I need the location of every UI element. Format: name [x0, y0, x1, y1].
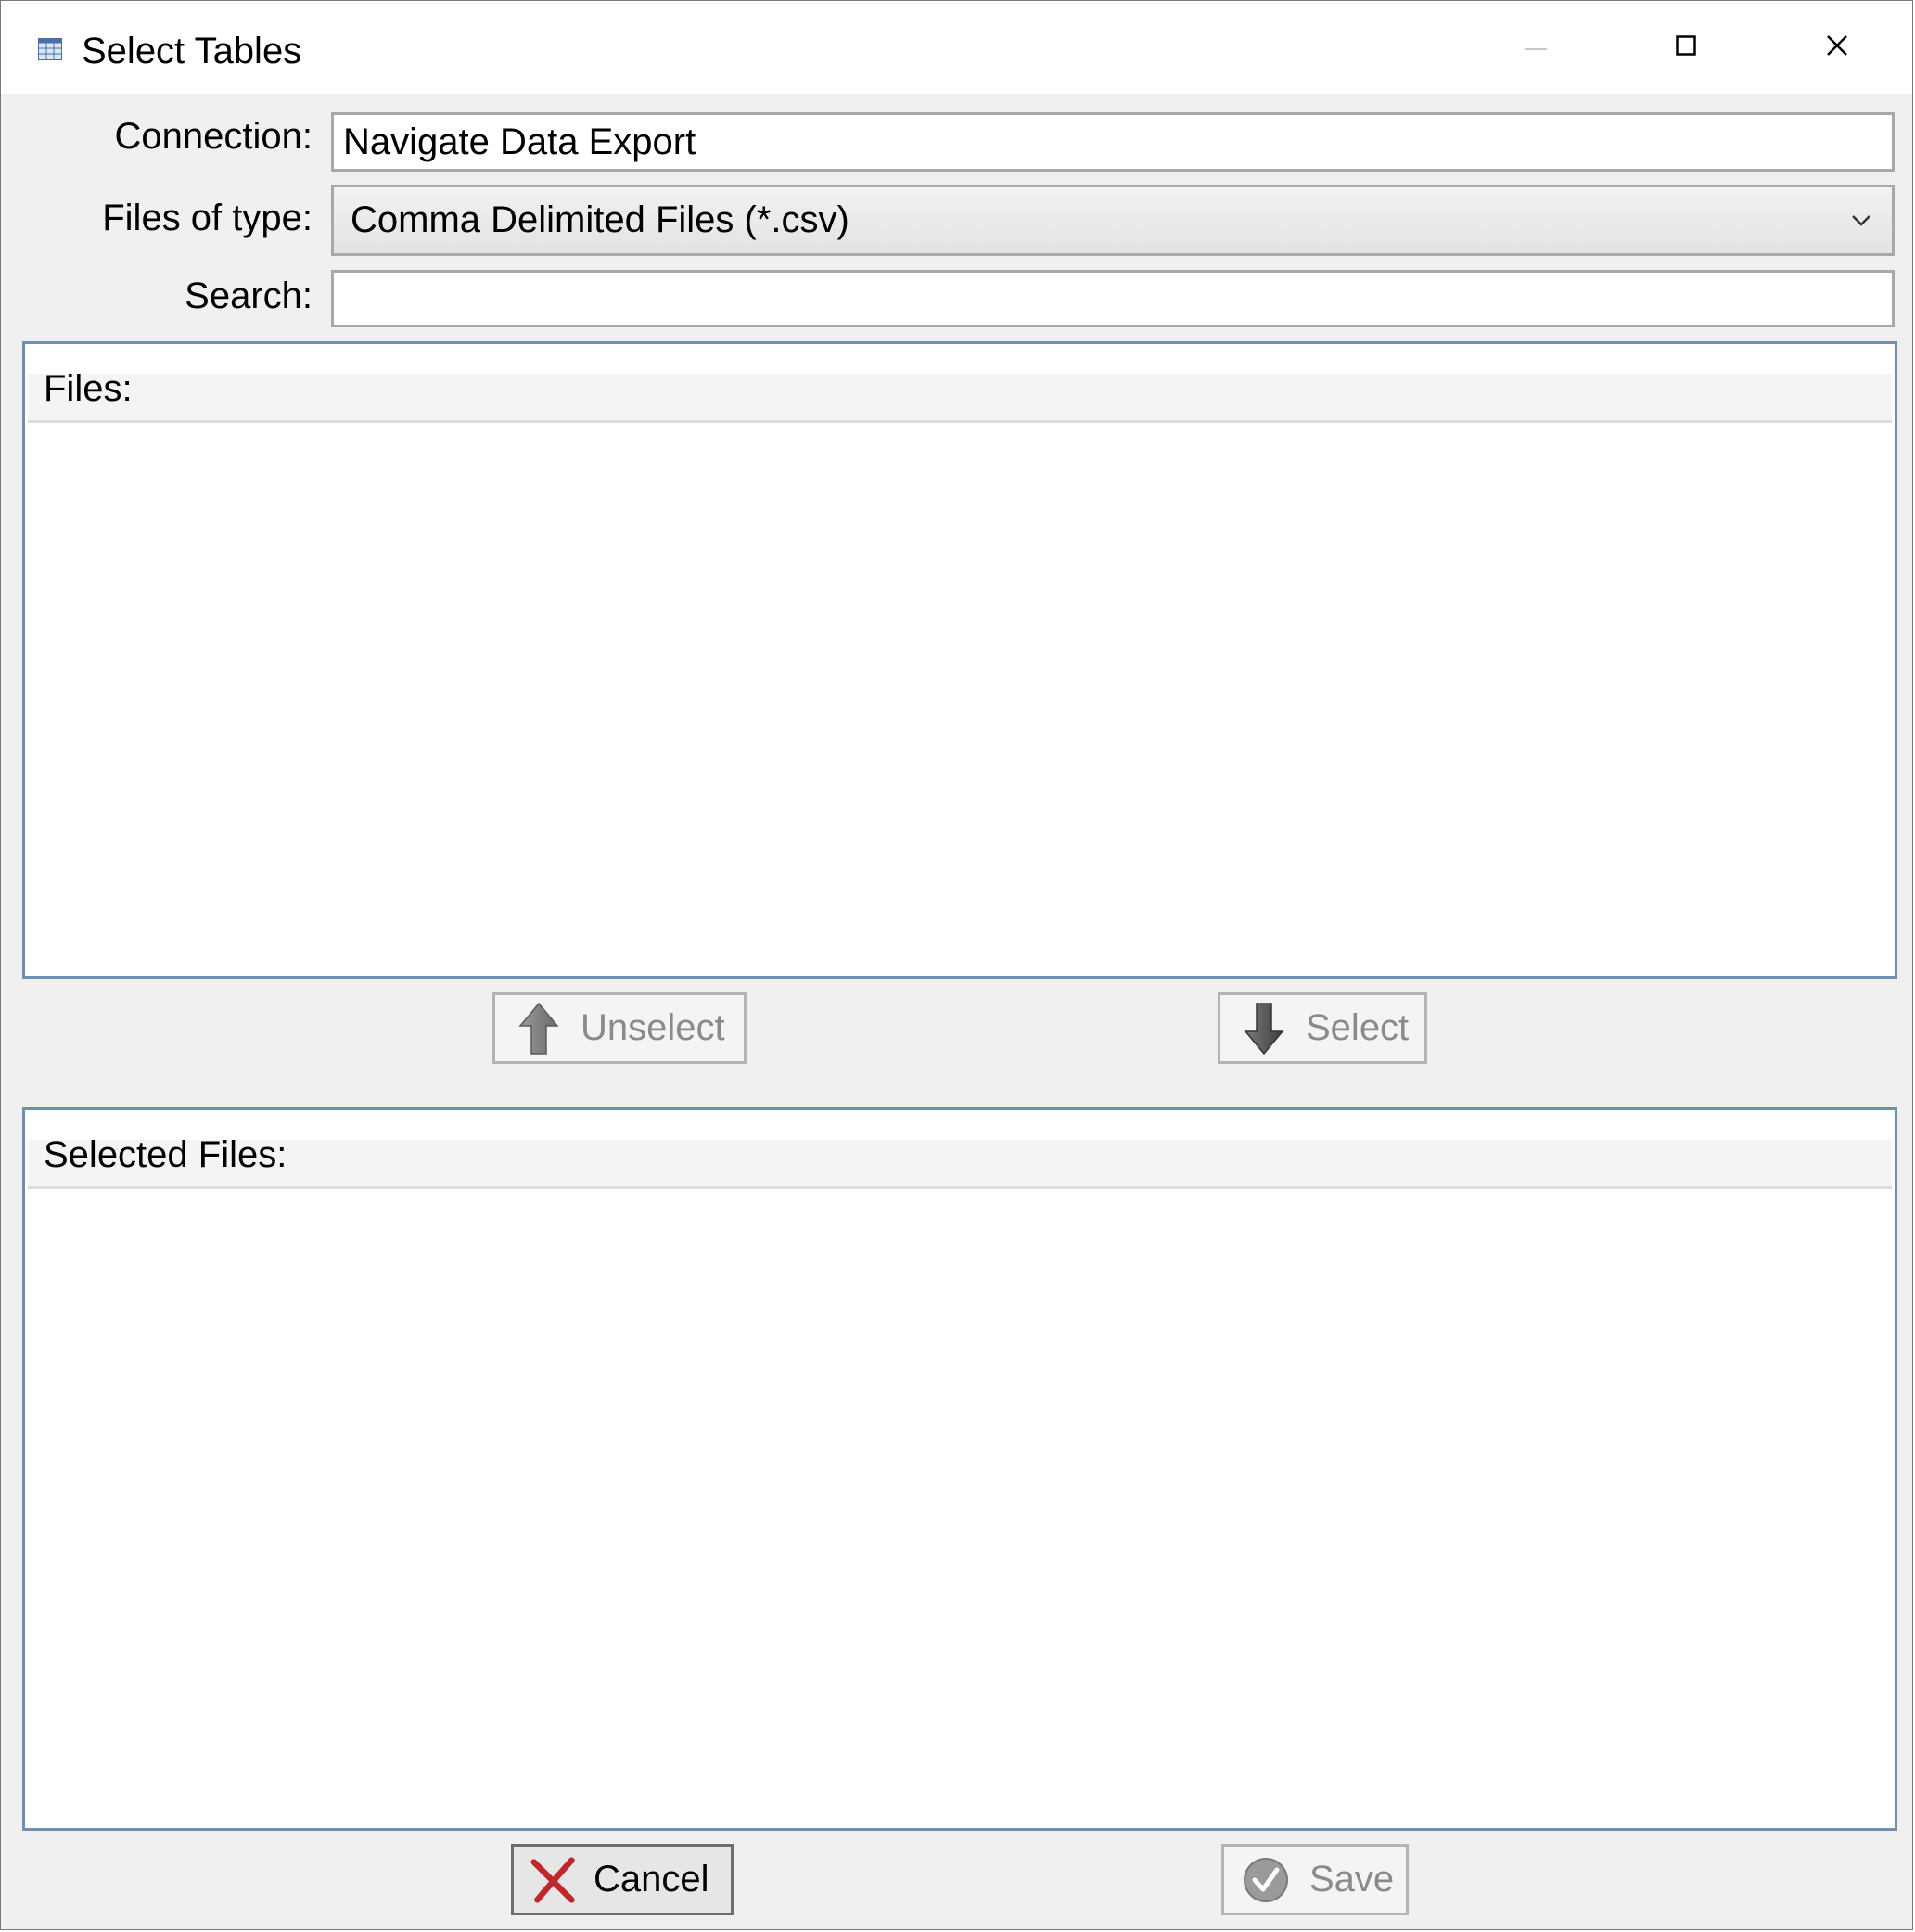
search-input[interactable]	[331, 270, 1895, 327]
close-button[interactable]	[1768, 1, 1907, 94]
arrow-down-icon	[1241, 1001, 1287, 1056]
files-list-label: Files:	[44, 368, 133, 409]
select-label: Select	[1306, 1007, 1410, 1048]
unselect-button[interactable]: Unselect	[492, 992, 747, 1064]
select-button[interactable]: Select	[1218, 992, 1427, 1064]
files-list-header	[28, 374, 1892, 423]
save-button[interactable]: Save	[1221, 1844, 1409, 1915]
maximize-icon	[1676, 34, 1696, 60]
search-label: Search:	[185, 275, 313, 316]
unselect-label: Unselect	[581, 1007, 725, 1048]
connection-label: Connection:	[114, 116, 313, 157]
minimize-icon	[1525, 39, 1547, 56]
cancel-x-icon	[530, 1852, 577, 1908]
close-icon	[1826, 34, 1848, 61]
connection-field[interactable]	[331, 112, 1895, 172]
window-title: Select Tables	[82, 31, 302, 71]
selected-files-list[interactable]: Selected Files:	[22, 1107, 1897, 1831]
title-bar[interactable]: Select Tables	[1, 1, 1912, 94]
save-label: Save	[1309, 1859, 1395, 1900]
files-of-type-select[interactable]: Comma Delimited Files (*.csv)	[331, 185, 1895, 256]
select-tables-dialog: Select Tables Connection: Files of type:…	[0, 0, 1913, 1930]
selected-files-list-header	[28, 1140, 1892, 1189]
files-list[interactable]: Files:	[22, 341, 1897, 979]
arrow-up-icon	[516, 1001, 562, 1056]
cancel-button[interactable]: Cancel	[511, 1844, 734, 1915]
files-of-type-label: Files of type:	[102, 198, 313, 238]
table-icon	[38, 38, 62, 60]
maximize-button[interactable]	[1616, 1, 1755, 94]
cancel-label: Cancel	[594, 1859, 709, 1900]
minimize-button[interactable]	[1466, 1, 1605, 94]
chevron-down-icon	[1851, 214, 1871, 227]
files-of-type-value: Comma Delimited Files (*.csv)	[351, 199, 849, 240]
checkmark-icon	[1243, 1852, 1289, 1908]
selected-files-list-label: Selected Files:	[44, 1134, 287, 1175]
